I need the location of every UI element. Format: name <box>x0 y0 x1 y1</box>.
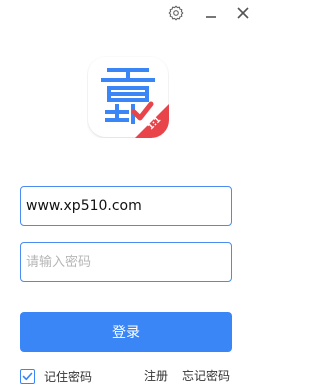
minimize-icon <box>206 16 216 18</box>
minimize-button[interactable] <box>201 3 221 23</box>
register-link[interactable]: 注册 <box>144 368 168 385</box>
gear-icon <box>168 5 184 21</box>
close-button[interactable] <box>233 3 253 23</box>
username-input[interactable] <box>21 187 231 225</box>
username-field-wrapper <box>20 186 232 226</box>
settings-button[interactable] <box>166 3 186 23</box>
remember-password-toggle[interactable]: 记住密码 <box>20 368 92 385</box>
remember-checkbox[interactable] <box>20 369 35 384</box>
checkmark-icon <box>22 372 33 381</box>
password-field-wrapper <box>20 242 232 282</box>
app-logo: 1:1 <box>87 56 169 138</box>
close-icon <box>237 7 249 19</box>
login-button[interactable]: 登录 <box>20 312 232 352</box>
forgot-password-link[interactable]: 忘记密码 <box>182 368 230 385</box>
password-input[interactable] <box>21 243 231 281</box>
remember-label: 记住密码 <box>44 370 93 384</box>
